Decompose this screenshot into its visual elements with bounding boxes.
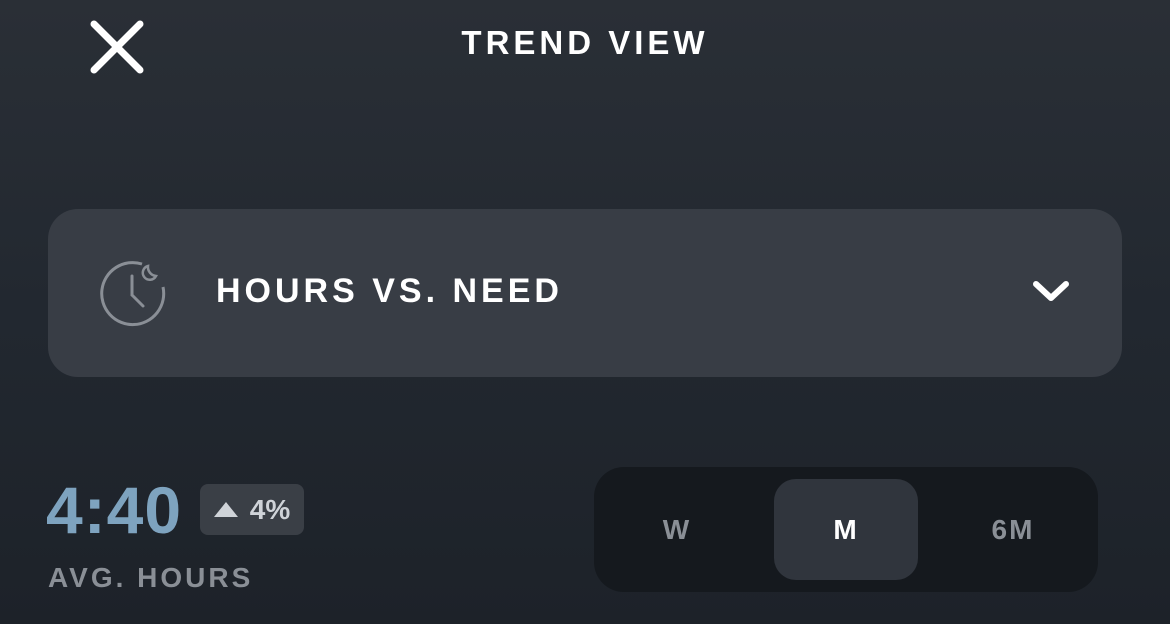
- change-badge: 4%: [200, 484, 304, 535]
- change-percent: 4%: [249, 493, 291, 525]
- chevron-down-icon[interactable]: [1030, 276, 1072, 306]
- average-hours-label: AVG. HOURS: [48, 562, 254, 593]
- sleep-clock-icon: [100, 261, 166, 327]
- triangle-up-icon: [213, 502, 238, 517]
- range-option-week[interactable]: W: [606, 479, 748, 580]
- range-option-six-months[interactable]: 6M: [942, 479, 1084, 580]
- average-hours-value: 4:40: [46, 473, 183, 547]
- page-title: TREND VIEW: [461, 24, 709, 61]
- metric-label: HOURS VS. NEED: [216, 272, 563, 310]
- time-range-toggle: W M 6M: [594, 467, 1098, 592]
- range-option-month[interactable]: M: [774, 479, 918, 580]
- metric-selector-dropdown[interactable]: [48, 209, 1122, 377]
